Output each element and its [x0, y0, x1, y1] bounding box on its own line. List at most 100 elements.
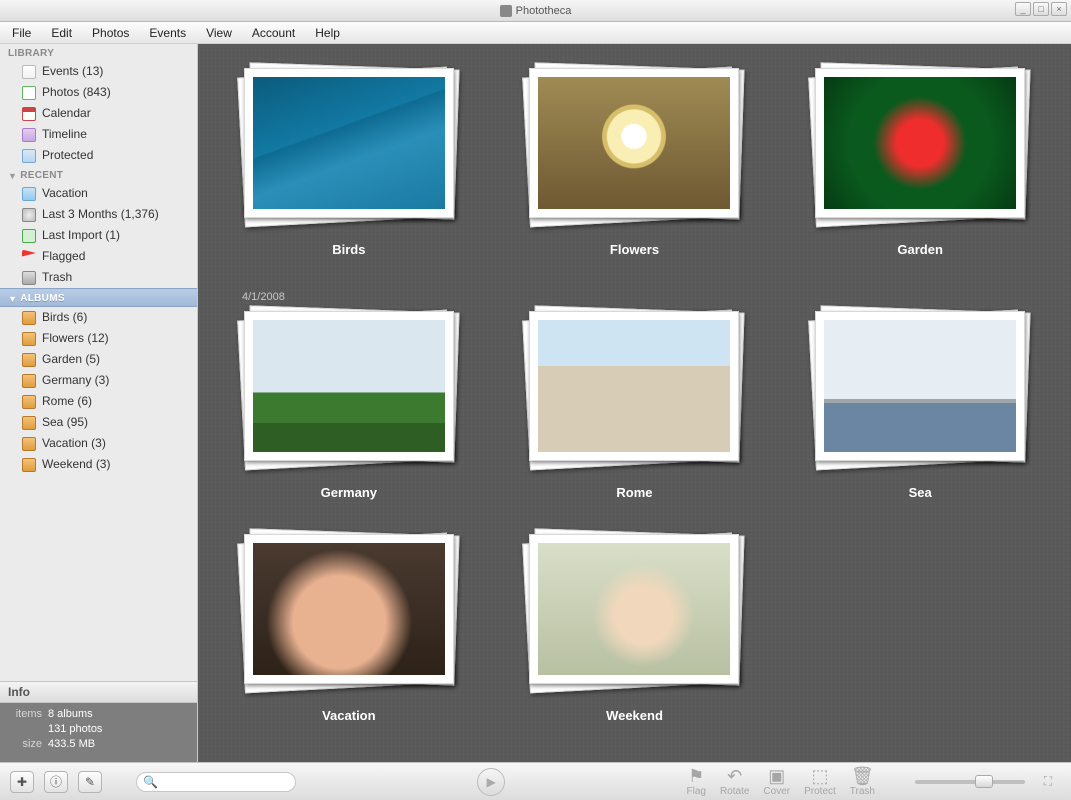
menu-account[interactable]: Account: [242, 23, 305, 43]
photos-icon: [22, 86, 36, 100]
sidebar-section-recent[interactable]: ▼ RECENT: [0, 166, 197, 183]
sidebar-section-library[interactable]: LIBRARY: [0, 44, 197, 61]
album-title: Birds: [332, 242, 365, 257]
album-thumbnail[interactable]: [244, 311, 454, 461]
sidebar-flagged[interactable]: Flagged: [0, 246, 197, 267]
album-thumbnail[interactable]: [244, 534, 454, 684]
album-birds[interactable]: Birds: [206, 62, 492, 285]
window-close-button[interactable]: ×: [1051, 2, 1067, 16]
zoom-slider-thumb[interactable]: [975, 775, 993, 788]
album-title: Flowers: [610, 242, 659, 257]
time-icon: [22, 128, 36, 142]
sidebar-item-label: Vacation: [42, 185, 88, 202]
zoom-slider[interactable]: [915, 780, 1025, 784]
album-icon: [22, 416, 36, 430]
sidebar-item-label: Protected: [42, 147, 93, 164]
add-button[interactable]: ✚: [10, 771, 34, 793]
album-sea[interactable]: Sea: [777, 305, 1063, 528]
tool-label: Cover: [763, 786, 790, 797]
photo-preview: [824, 320, 1016, 452]
sidebar-item-label: Flagged: [42, 248, 85, 265]
tool-rotate-icon: ↶: [727, 767, 742, 785]
sidebar-album-flowers[interactable]: Flowers (12): [0, 328, 197, 349]
sidebar-timeline[interactable]: Timeline: [0, 124, 197, 145]
window-minimize-button[interactable]: _: [1015, 2, 1031, 16]
sidebar-item-label: Last Import (1): [42, 227, 120, 244]
sidebar-calendar[interactable]: Calendar: [0, 103, 197, 124]
tool-flag-icon: ⚑: [688, 767, 704, 785]
zoom-slider-track[interactable]: [915, 780, 1025, 784]
album-weekend[interactable]: Weekend: [492, 528, 778, 751]
album-title: Sea: [909, 485, 932, 500]
content-area: Birds Flowers Garden 4/1/2008 Germany Rome S…: [198, 44, 1071, 762]
album-thumbnail[interactable]: [815, 68, 1025, 218]
album-rome[interactable]: Rome: [492, 305, 778, 528]
search-field[interactable]: 🔍: [136, 772, 296, 792]
album-thumbnail[interactable]: [529, 534, 739, 684]
menu-photos[interactable]: Photos: [82, 23, 139, 43]
album-thumbnail[interactable]: [529, 68, 739, 218]
sidebar-trash[interactable]: Trash: [0, 267, 197, 288]
sidebar-protected[interactable]: Protected: [0, 145, 197, 166]
sidebar-item-label: Trash: [42, 269, 72, 286]
sidebar-album-garden[interactable]: Garden (5): [0, 349, 197, 370]
sidebar: LIBRARY Events (13)Photos (843) Calendar T…: [0, 44, 198, 762]
tool-flag[interactable]: ⚑Flag: [687, 767, 706, 797]
album-germany[interactable]: Germany: [206, 305, 492, 528]
album-icon: [22, 374, 36, 388]
info-header: Info: [0, 682, 197, 703]
sidebar-album-vacation[interactable]: Vacation (3): [0, 433, 197, 454]
info-items-albums: 8 albums: [48, 707, 93, 722]
sidebar-section-albums[interactable]: ▼ ALBUMS: [0, 288, 197, 307]
menu-file[interactable]: File: [2, 23, 41, 43]
album-icon: [22, 311, 36, 325]
menu-view[interactable]: View: [196, 23, 242, 43]
menu-events[interactable]: Events: [139, 23, 196, 43]
info-items-photos: 131 photos: [48, 722, 102, 737]
fullscreen-button[interactable]: ⛶: [1035, 771, 1061, 793]
info-button[interactable]: ⓘ: [44, 771, 68, 793]
album-garden[interactable]: Garden: [777, 62, 1063, 285]
menu-help[interactable]: Help: [305, 23, 350, 43]
date-separator: 4/1/2008: [206, 285, 1063, 305]
sidebar-album-rome[interactable]: Rome (6): [0, 391, 197, 412]
sidebar-events[interactable]: Events (13): [0, 61, 197, 82]
menubar: File Edit Photos Events View Account Hel…: [0, 22, 1071, 44]
sidebar-album-germany[interactable]: Germany (3): [0, 370, 197, 391]
sidebar-last-import[interactable]: Last Import (1): [0, 225, 197, 246]
tool-label: Rotate: [720, 786, 749, 797]
sidebar-recent-vacation[interactable]: Vacation: [0, 183, 197, 204]
tool-cover[interactable]: ▣Cover: [763, 767, 790, 797]
album-flowers[interactable]: Flowers: [492, 62, 778, 285]
sidebar-album-sea[interactable]: Sea (95): [0, 412, 197, 433]
album-vacation[interactable]: Vacation: [206, 528, 492, 751]
sidebar-album-weekend[interactable]: Weekend (3): [0, 454, 197, 475]
album-thumbnail[interactable]: [815, 311, 1025, 461]
edit-button[interactable]: ✎: [78, 771, 102, 793]
photo-preview: [538, 543, 730, 675]
window-maximize-button[interactable]: □: [1033, 2, 1049, 16]
sidebar-album-birds[interactable]: Birds (6): [0, 307, 197, 328]
sidebar-item-label: Rome (6): [42, 393, 92, 410]
app-title: Phototheca: [516, 5, 572, 17]
sidebar-last-3-months[interactable]: Last 3 Months (1,376): [0, 204, 197, 225]
tool-protect[interactable]: ⬚Protect: [804, 767, 836, 797]
play-slideshow-button[interactable]: ▶: [477, 768, 505, 796]
prot-icon: [22, 149, 36, 163]
album-thumbnail[interactable]: [529, 311, 739, 461]
sidebar-item-label: Calendar: [42, 105, 91, 122]
album-title: Germany: [321, 485, 377, 500]
sidebar-item-label: Vacation (3): [42, 435, 106, 452]
tool-trash[interactable]: 🗑Trash: [850, 767, 875, 797]
sidebar-photos[interactable]: Photos (843): [0, 82, 197, 103]
chevron-down-icon: ▼: [8, 171, 17, 181]
menu-edit[interactable]: Edit: [41, 23, 82, 43]
search-input[interactable]: [162, 775, 296, 789]
album-icon: [22, 395, 36, 409]
album-title: Rome: [616, 485, 652, 500]
album-thumbnail[interactable]: [244, 68, 454, 218]
tool-rotate[interactable]: ↶Rotate: [720, 767, 749, 797]
cal-icon: [22, 107, 36, 121]
trash-icon: [22, 271, 36, 285]
import-icon: [22, 229, 36, 243]
